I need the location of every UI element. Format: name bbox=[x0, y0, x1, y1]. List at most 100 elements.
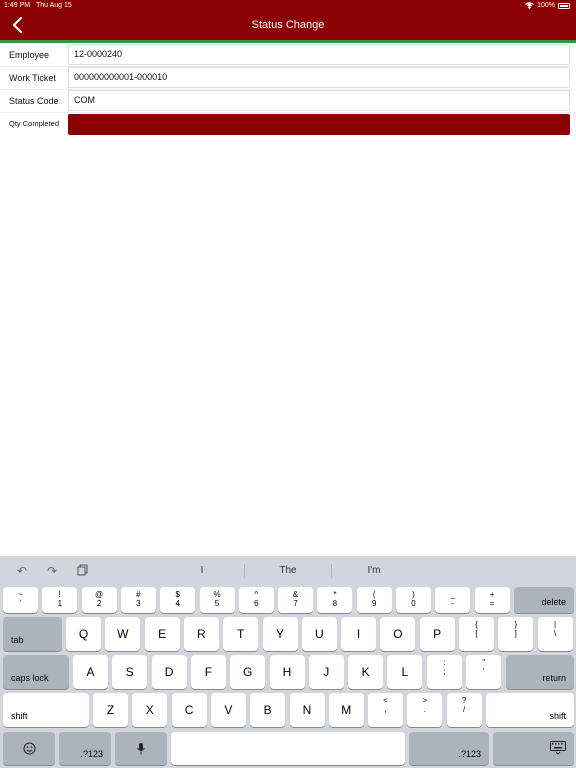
key-label: U bbox=[314, 627, 324, 641]
letter-key[interactable]: Y bbox=[262, 617, 298, 651]
letter-key[interactable]: R bbox=[183, 617, 219, 651]
letter-key[interactable]: C bbox=[171, 693, 207, 727]
key-label: 3 bbox=[136, 599, 141, 608]
caps-lock-label: caps lock bbox=[11, 673, 49, 683]
symbol-key[interactable]: :; bbox=[427, 655, 462, 689]
tab-key[interactable]: tab bbox=[3, 617, 62, 651]
key-shift-label: ^ bbox=[254, 590, 259, 599]
key-label: \ bbox=[553, 629, 557, 638]
letter-key[interactable]: N bbox=[289, 693, 325, 727]
numbers-key-label: .?123 bbox=[458, 749, 481, 759]
key-label: 6 bbox=[254, 599, 259, 608]
key-label: G bbox=[243, 665, 253, 679]
letter-key[interactable]: H bbox=[269, 655, 305, 689]
number-key[interactable]: @2 bbox=[81, 587, 117, 613]
key-shift-label: % bbox=[213, 590, 221, 599]
emoji-key[interactable] bbox=[3, 732, 55, 765]
key-shift-label: ? bbox=[461, 696, 467, 705]
caps-lock-key[interactable]: caps lock bbox=[3, 655, 69, 689]
letter-key[interactable]: P bbox=[419, 617, 455, 651]
key-label: R bbox=[197, 627, 206, 641]
key-label: Q bbox=[78, 627, 89, 641]
number-key[interactable]: & 7 bbox=[278, 587, 314, 613]
number-key[interactable]: (9 bbox=[356, 587, 392, 613]
letter-key[interactable]: K bbox=[348, 655, 384, 689]
key-shift-label: * bbox=[333, 590, 337, 599]
key-shift-label: : bbox=[443, 658, 446, 667]
letter-key[interactable]: D bbox=[151, 655, 187, 689]
letter-key[interactable]: T bbox=[223, 617, 259, 651]
number-key[interactable]: $4 bbox=[160, 587, 196, 613]
status-bar: 1:49 PM Thu Aug 15 100% bbox=[0, 0, 576, 11]
letter-key[interactable]: J bbox=[308, 655, 344, 689]
numbers-key-left[interactable]: .?123 bbox=[59, 732, 111, 765]
key-label: L bbox=[401, 665, 409, 679]
number-key[interactable]: + = bbox=[474, 587, 510, 613]
symbol-key[interactable]: | \ bbox=[537, 617, 573, 651]
number-key[interactable]: ~ ` bbox=[3, 587, 38, 613]
key-label: Y bbox=[275, 627, 284, 641]
right-shift-key[interactable]: shift bbox=[486, 693, 574, 727]
paste-icon[interactable] bbox=[75, 564, 91, 578]
microphone-icon bbox=[115, 732, 167, 765]
symbol-key[interactable]: ? / bbox=[446, 693, 482, 727]
key-label: / bbox=[462, 705, 466, 714]
suggestion-2[interactable]: The bbox=[243, 565, 333, 576]
letter-key[interactable]: S bbox=[112, 655, 148, 689]
key-shift-label: | bbox=[554, 620, 557, 629]
symbol-key[interactable]: " ' bbox=[466, 655, 502, 689]
symbol-key[interactable]: {[ bbox=[459, 617, 494, 651]
key-label: E bbox=[158, 627, 167, 641]
redo-icon[interactable]: ↷ bbox=[44, 564, 60, 578]
letter-key[interactable]: I bbox=[341, 617, 377, 651]
key-label: X bbox=[145, 703, 154, 717]
number-key[interactable]: * 8 bbox=[317, 587, 353, 613]
hide-keyboard-key[interactable] bbox=[493, 732, 574, 765]
number-key[interactable]: _ - bbox=[435, 587, 471, 613]
number-key[interactable]: ) 0 bbox=[396, 587, 431, 613]
letter-key[interactable]: Q bbox=[66, 617, 101, 651]
number-key[interactable]: #3 bbox=[120, 587, 156, 613]
suggestion-3[interactable]: I'm bbox=[329, 565, 419, 576]
letter-key[interactable]: F bbox=[190, 655, 226, 689]
number-key[interactable]: % 5 bbox=[199, 587, 235, 613]
symbol-key[interactable]: }] bbox=[498, 617, 534, 651]
key-shift-label: @ bbox=[95, 590, 104, 599]
employee-field[interactable]: 12-0000240 bbox=[68, 44, 570, 65]
divider bbox=[0, 112, 576, 113]
letter-key[interactable]: U bbox=[301, 617, 337, 651]
return-key[interactable]: return bbox=[506, 655, 574, 689]
letter-key[interactable]: E bbox=[144, 617, 180, 651]
letter-key[interactable]: A bbox=[73, 655, 108, 689]
key-label: 5 bbox=[214, 599, 220, 608]
dictation-key[interactable] bbox=[115, 732, 167, 765]
letter-key[interactable]: B bbox=[250, 693, 286, 727]
suggestion-1[interactable]: I bbox=[157, 565, 247, 576]
suggestion-bar: ↶ ↷ I The I'm bbox=[0, 556, 576, 586]
number-key[interactable]: ! 1 bbox=[42, 587, 78, 613]
letter-key[interactable]: M bbox=[328, 693, 364, 727]
letter-key[interactable]: Z bbox=[93, 693, 128, 727]
qty-completed-field[interactable] bbox=[68, 114, 570, 135]
work-ticket-label: Work Ticket bbox=[9, 73, 56, 83]
letter-key[interactable]: V bbox=[210, 693, 246, 727]
number-key[interactable]: ^ 6 bbox=[238, 587, 274, 613]
work-ticket-field[interactable]: 000000000001-000010 bbox=[68, 67, 570, 88]
symbol-key[interactable]: >. bbox=[407, 693, 443, 727]
letter-key[interactable]: X bbox=[132, 693, 168, 727]
delete-key[interactable]: delete bbox=[514, 587, 574, 613]
battery-percent: 100% bbox=[537, 2, 555, 9]
numbers-key-right[interactable]: .?123 bbox=[409, 732, 489, 765]
key-label: P bbox=[433, 627, 442, 641]
symbol-key[interactable]: <, bbox=[368, 693, 403, 727]
undo-icon[interactable]: ↶ bbox=[14, 564, 30, 578]
shift-key-label: shift bbox=[11, 711, 28, 721]
left-shift-key[interactable]: shift bbox=[3, 693, 89, 727]
letter-key[interactable]: O bbox=[380, 617, 416, 651]
letter-key[interactable]: G bbox=[230, 655, 266, 689]
status-code-field[interactable]: COM bbox=[68, 90, 570, 111]
key-label: K bbox=[361, 665, 370, 679]
letter-key[interactable]: W bbox=[105, 617, 141, 651]
letter-key[interactable]: L bbox=[387, 655, 423, 689]
space-bar[interactable] bbox=[171, 732, 405, 765]
